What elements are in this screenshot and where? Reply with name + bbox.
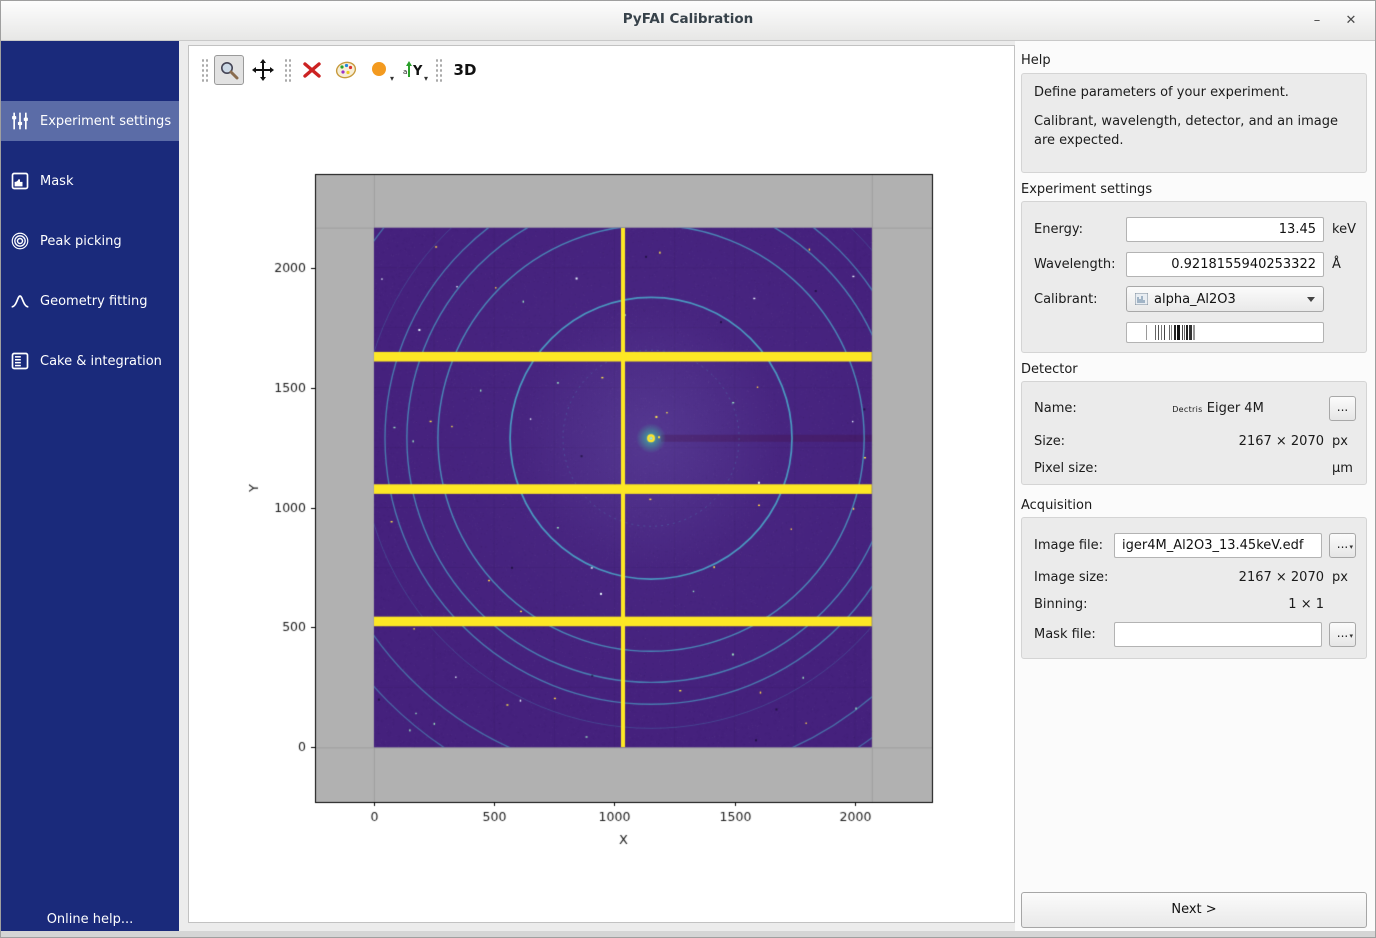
- dropdown-caret-icon: ▾: [424, 75, 428, 83]
- binning-label: Binning:: [1034, 597, 1114, 612]
- toolbar-grip-handle[interactable]: [435, 58, 442, 82]
- red-x-icon: [302, 60, 322, 80]
- sidebar-item-peak-picking[interactable]: Peak picking: [1, 221, 179, 261]
- window-title: PyFAI Calibration: [1, 11, 1375, 27]
- 3d-view-button[interactable]: 3D: [448, 55, 482, 85]
- calibrant-dropdown[interactable]: alpha_Al2O3: [1126, 286, 1324, 312]
- palette-icon: [335, 59, 357, 81]
- image-size-unit: px: [1324, 570, 1356, 585]
- close-button[interactable]: ✕: [1339, 9, 1363, 33]
- sidebar-item-label: Geometry fitting: [40, 294, 147, 309]
- svg-text:Y: Y: [412, 64, 423, 79]
- settings-panel: Help Define parameters of your experimen…: [1015, 41, 1376, 931]
- wavelength-field[interactable]: 0.9218155940253322: [1126, 252, 1324, 277]
- pan-tool-button[interactable]: [248, 55, 278, 85]
- orange-dot-icon: [370, 60, 390, 80]
- detector-name-value: Dectris Eiger 4M: [1114, 401, 1322, 416]
- energy-label: Energy:: [1034, 222, 1126, 237]
- wavelength-label: Wavelength:: [1034, 257, 1126, 272]
- detector-section-title: Detector: [1021, 362, 1078, 377]
- image-file-field[interactable]: iger4M_Al2O3_13.45keV.edf: [1114, 533, 1322, 558]
- help-text-line2: Calibrant, wavelength, detector, and an …: [1022, 103, 1366, 151]
- y-axis-orientation-button[interactable]: Y a ▾: [399, 55, 429, 85]
- rings-icon: [10, 231, 30, 251]
- detector-size-unit: px: [1324, 434, 1356, 449]
- app-window: PyFAI Calibration – ✕ Experiment setting…: [0, 0, 1376, 938]
- sidebar-item-cake-integration[interactable]: Cake & integration: [1, 341, 179, 381]
- sidebar-item-geometry-fitting[interactable]: Geometry fitting: [1, 281, 179, 321]
- help-section-title: Help: [1021, 53, 1051, 68]
- colormap-button[interactable]: [331, 55, 361, 85]
- image-file-browse-button[interactable]: ...▾: [1329, 533, 1356, 558]
- image-file-label: Image file:: [1034, 538, 1114, 553]
- diffraction-plot[interactable]: [189, 96, 1016, 886]
- sidebar-item-label: Peak picking: [40, 234, 122, 249]
- sidebar-item-label: Cake & integration: [40, 354, 162, 369]
- mask-file-field[interactable]: [1114, 622, 1322, 647]
- detector-box: Name: Dectris Eiger 4M ... Size: 2167 × …: [1021, 381, 1367, 485]
- help-box: Define parameters of your experiment. Ca…: [1021, 73, 1367, 173]
- sidebar-item-label: Mask: [40, 174, 73, 189]
- plot-toolbar: ▾ Y a ▾ 3D: [197, 52, 484, 88]
- toolbar-grip-handle[interactable]: [201, 58, 208, 82]
- calibrant-value: alpha_Al2O3: [1154, 292, 1236, 307]
- mask-icon: [10, 171, 30, 191]
- binning-value: 1 × 1: [1114, 597, 1324, 612]
- detector-brand: Dectris: [1172, 405, 1202, 414]
- help-text-line1: Define parameters of your experiment.: [1022, 74, 1366, 103]
- plot-panel: ▾ Y a ▾ 3D: [188, 45, 1015, 923]
- toolbar-grip-handle[interactable]: [284, 58, 291, 82]
- mask-file-label: Mask file:: [1034, 627, 1114, 642]
- pan-icon: [252, 59, 274, 81]
- detector-size-label: Size:: [1034, 434, 1114, 449]
- energy-unit: keV: [1324, 222, 1356, 237]
- sidebar-item-experiment-settings[interactable]: Experiment settings: [1, 101, 179, 141]
- detector-name-label: Name:: [1034, 401, 1114, 416]
- calibrant-rings-preview: [1126, 322, 1324, 343]
- peak-curve-icon: [10, 291, 30, 311]
- experiment-box: Energy: 13.45 keV Wavelength: 0.92181559…: [1021, 201, 1367, 353]
- energy-field[interactable]: 13.45: [1126, 217, 1324, 242]
- svg-text:a: a: [403, 68, 407, 76]
- next-button[interactable]: Next >: [1021, 892, 1367, 928]
- dropdown-caret-icon: ▾: [390, 75, 394, 83]
- mask-file-browse-button[interactable]: ...▾: [1329, 622, 1356, 647]
- calibrant-label: Calibrant:: [1034, 292, 1126, 307]
- cake-icon: [10, 351, 30, 371]
- dropdown-caret-icon: ▾: [1349, 626, 1353, 646]
- detector-size-value: 2167 × 2070: [1114, 434, 1324, 449]
- sliders-icon: [10, 111, 30, 131]
- zoom-tool-button[interactable]: [214, 55, 244, 85]
- y-axis-icon: Y a: [403, 59, 425, 81]
- wavelength-unit: Å: [1324, 257, 1356, 272]
- pixel-size-unit: µm: [1324, 461, 1356, 476]
- acquisition-section-title: Acquisition: [1021, 498, 1092, 513]
- pixel-size-label: Pixel size:: [1034, 461, 1114, 476]
- image-size-value: 2167 × 2070: [1114, 570, 1324, 585]
- detector-browse-button[interactable]: ...: [1329, 396, 1356, 421]
- calibrant-spectrum-icon: [1135, 293, 1148, 305]
- experiment-section-title: Experiment settings: [1021, 182, 1152, 197]
- image-size-label: Image size:: [1034, 570, 1114, 585]
- window-bottom-border: [1, 931, 1375, 938]
- acquisition-box: Image file: iger4M_Al2O3_13.45keV.edf ..…: [1021, 517, 1367, 659]
- minimize-button[interactable]: –: [1305, 9, 1329, 33]
- titlebar: PyFAI Calibration – ✕: [1, 1, 1375, 41]
- sidebar-item-label: Experiment settings: [40, 114, 171, 129]
- magnifier-icon: [219, 60, 239, 80]
- online-help-link[interactable]: Online help...: [1, 912, 179, 927]
- marker-style-button[interactable]: ▾: [365, 55, 395, 85]
- sidebar: Experiment settings Mask Peak picking G: [1, 41, 179, 931]
- sidebar-item-mask[interactable]: Mask: [1, 161, 179, 201]
- dropdown-caret-icon: ▾: [1349, 537, 1353, 557]
- clear-zoom-button[interactable]: [297, 55, 327, 85]
- chevron-down-icon: [1307, 297, 1315, 302]
